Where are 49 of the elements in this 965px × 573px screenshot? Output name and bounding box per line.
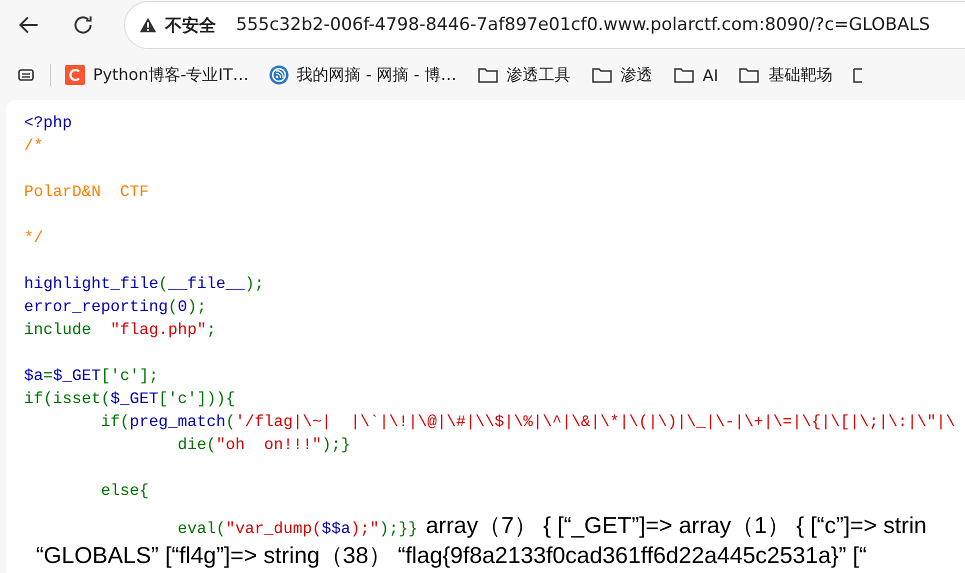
code-token: );}} (379, 520, 418, 538)
code-token: = (43, 367, 53, 385)
output-text: array（7） { [“_GET”]=> array（1） { [“c”]=> strin (426, 512, 927, 538)
code-token: die( (176, 436, 216, 454)
warning-icon (139, 16, 157, 34)
bookmark[interactable]: Python博客-专业IT… (65, 64, 249, 86)
code-token: $a (24, 367, 44, 385)
code-token: ; (206, 321, 216, 339)
code-token: ( (158, 275, 168, 293)
code-token: $_GET (110, 390, 158, 408)
code-token: include (24, 321, 92, 339)
security-label: 不安全 (165, 14, 216, 36)
bookmark[interactable]: 我的网摘 - 网摘 - 博… (268, 64, 457, 86)
code-token: __file__ (168, 275, 245, 293)
code-token: );" (350, 520, 380, 538)
code-token: error_reporting (24, 298, 168, 316)
code-token: ( (168, 298, 178, 316)
code-token: '/flag|\~| |\`|\!|\@|\#|\\$|\%|\^|\&|\*|\(|\)|\_|\-|\+|\=|\{|\[|\;|\:|\"|\ (235, 413, 956, 431)
code-token: $$a (322, 520, 350, 538)
code-token: preg_match (130, 413, 226, 431)
bookmark[interactable]: AI (672, 65, 718, 85)
url-text: 555c32b2-006f-4798-8446-7af897e01cf0.www.polarctf.com:8090/?c=GLOBALS (236, 15, 930, 35)
code-token: ); (187, 298, 206, 316)
code-token: else{ (100, 482, 149, 500)
c-logo-icon (65, 65, 85, 85)
code-token: ['c'])){ (158, 390, 236, 408)
code-token: eval( (176, 520, 226, 538)
feed-icon (268, 65, 289, 85)
output-text: “GLOBALS” [“fl4g”]=> string（38） “flag{9f8a2133f0cad361ff6d22a445c2531a}” [“ (36, 541, 868, 569)
code-token: <?php (24, 114, 72, 132)
bookmark[interactable]: 渗透 (590, 64, 653, 86)
code-token: 0 (178, 298, 188, 316)
code-token: $_GET (52, 367, 101, 385)
code-token: ( (226, 413, 236, 431)
bookmark[interactable]: 渗透工具 (476, 64, 571, 86)
code-token: if( (100, 413, 130, 431)
code-token: if(isset( (24, 390, 110, 408)
code-token: /* (24, 137, 44, 155)
code-token: );} (322, 436, 350, 454)
bookmark[interactable]: 基础靶场 (738, 64, 832, 86)
code-token: "var_dump( (226, 520, 322, 538)
code-token: "flag.php" (110, 321, 206, 339)
code-token: ); (244, 275, 264, 293)
address-bar[interactable]: 不安全 555c32b2-006f-4798-8446-7af897e01cf0.www.polarctf.com:8090/?c=GLOBALS (124, 1, 965, 49)
code-token: */ (24, 229, 44, 247)
code-token: "oh on!!!" (216, 436, 322, 454)
code-token: ['c']; (100, 367, 158, 385)
code-token: highlight_file (24, 275, 158, 293)
code-token: PolarD&N CTF (24, 183, 149, 201)
